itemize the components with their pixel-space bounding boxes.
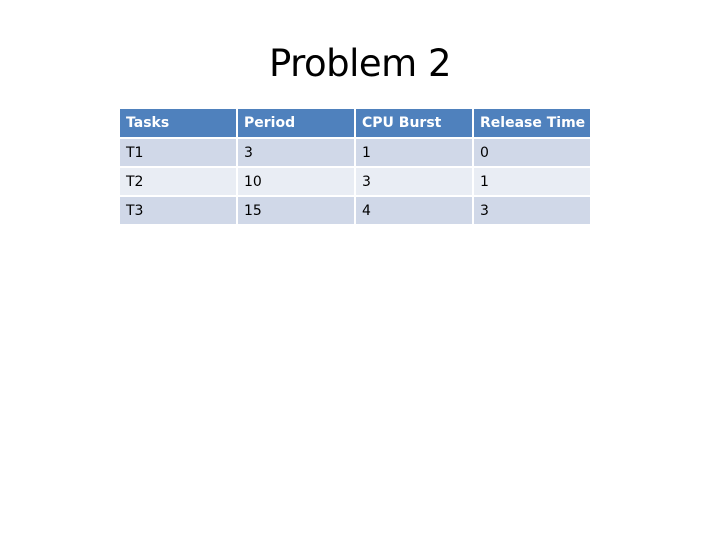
cell-release-time: 3: [474, 197, 590, 224]
header-tasks: Tasks: [120, 109, 236, 137]
cell-cpu-burst: 1: [356, 139, 472, 166]
cell-cpu-burst: 4: [356, 197, 472, 224]
cell-task: T2: [120, 168, 236, 195]
header-release-time: Release Time: [474, 109, 590, 137]
cell-release-time: 1: [474, 168, 590, 195]
cell-period: 3: [238, 139, 354, 166]
cell-release-time: 0: [474, 139, 590, 166]
cell-task: T3: [120, 197, 236, 224]
cell-task: T1: [120, 139, 236, 166]
header-period: Period: [238, 109, 354, 137]
task-table: Tasks Period CPU Burst Release Time T1 3…: [118, 107, 592, 226]
cell-cpu-burst: 3: [356, 168, 472, 195]
cell-period: 15: [238, 197, 354, 224]
table-row: T2 10 3 1: [120, 168, 590, 195]
slide-title: Problem 2: [268, 42, 452, 85]
header-cpu-burst: CPU Burst: [356, 109, 472, 137]
table-header-row: Tasks Period CPU Burst Release Time: [120, 109, 590, 137]
table-row: T3 15 4 3: [120, 197, 590, 224]
cell-period: 10: [238, 168, 354, 195]
table-row: T1 3 1 0: [120, 139, 590, 166]
